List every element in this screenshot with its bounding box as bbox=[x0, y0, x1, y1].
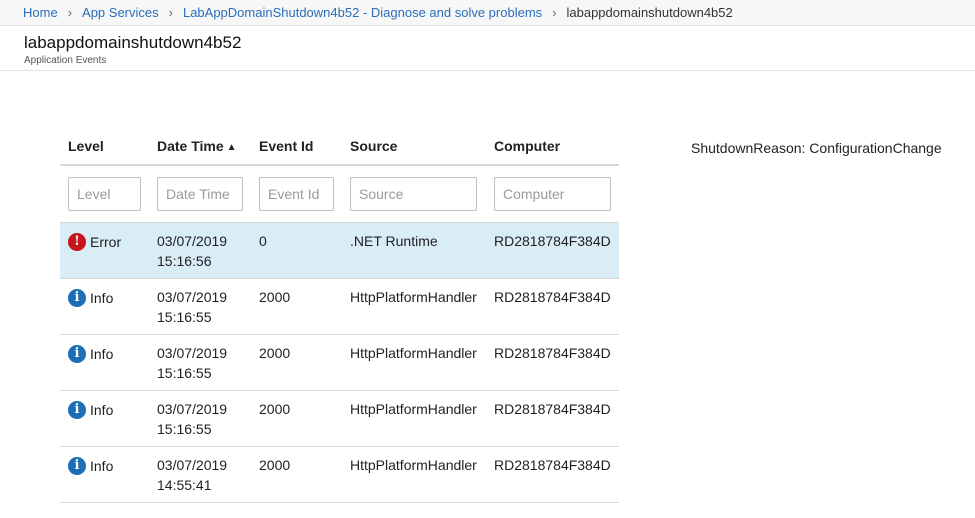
table-row[interactable]: ! Error 03/07/2019 15:16:56 0 .NET Runtime… bbox=[60, 222, 619, 279]
source-cell: .NET Runtime bbox=[342, 222, 486, 279]
computer-cell: RD2818784F384D bbox=[486, 278, 619, 335]
source-cell: HttpPlatformHandler bbox=[342, 278, 486, 335]
filter-row bbox=[60, 165, 619, 223]
info-icon: i bbox=[68, 401, 86, 419]
level-text: Info bbox=[90, 458, 114, 474]
event-id-cell: 2000 bbox=[251, 334, 342, 391]
computer-cell: RD2818784F384D bbox=[486, 222, 619, 279]
page-header: labappdomainshutdown4b52 Application Eve… bbox=[0, 27, 975, 71]
sort-ascending-icon: ▲ bbox=[226, 141, 237, 153]
column-header-source[interactable]: Source bbox=[342, 128, 486, 166]
info-icon: i bbox=[68, 345, 86, 363]
date-text: 03/07/2019 bbox=[157, 345, 228, 361]
chevron-right-icon: › bbox=[552, 5, 557, 20]
column-header-eventid[interactable]: Event Id bbox=[251, 128, 342, 166]
time-text: 14:55:41 bbox=[157, 477, 212, 493]
table-row[interactable]: i Info 03/07/2019 15:16:55 2000 HttpPlatfo… bbox=[60, 390, 619, 447]
column-header-datetime[interactable]: Date Time ▲ bbox=[149, 128, 251, 166]
breadcrumb-diagnose[interactable]: LabAppDomainShutdown4b52 - Diagnose and … bbox=[183, 5, 542, 20]
date-text: 03/07/2019 bbox=[157, 289, 228, 305]
computer-cell: RD2818784F384D bbox=[486, 446, 619, 503]
level-text: Info bbox=[90, 290, 114, 306]
time-text: 15:16:55 bbox=[157, 365, 212, 381]
source-cell: HttpPlatformHandler bbox=[342, 334, 486, 391]
event-id-cell: 0 bbox=[251, 222, 342, 279]
table-row[interactable]: i Info 03/07/2019 15:16:55 2000 HttpPlatfo… bbox=[60, 334, 619, 391]
breadcrumb-home[interactable]: Home bbox=[23, 5, 58, 20]
column-header-computer[interactable]: Computer bbox=[486, 128, 619, 166]
computer-cell: RD2818784F384D bbox=[486, 390, 619, 447]
table-row[interactable]: i Info 03/07/2019 15:16:55 2000 HttpPlatfo… bbox=[60, 278, 619, 335]
source-cell: HttpPlatformHandler bbox=[342, 446, 486, 503]
level-filter-input[interactable] bbox=[68, 177, 141, 211]
time-text: 15:16:56 bbox=[157, 253, 212, 269]
info-icon: i bbox=[68, 289, 86, 307]
computer-cell: RD2818784F384D bbox=[486, 334, 619, 391]
shutdown-reason-text: ShutdownReason: ConfigurationChange bbox=[691, 140, 942, 156]
computer-filter-input[interactable] bbox=[494, 177, 611, 211]
level-text: Info bbox=[90, 402, 114, 418]
level-text: Error bbox=[90, 234, 122, 250]
datetime-filter-input[interactable] bbox=[157, 177, 243, 211]
breadcrumb: Home › App Services › LabAppDomainShutdo… bbox=[0, 0, 975, 26]
date-text: 03/07/2019 bbox=[157, 457, 228, 473]
info-icon: i bbox=[68, 457, 86, 475]
error-icon: ! bbox=[68, 233, 86, 251]
level-text: Info bbox=[90, 346, 114, 362]
eventid-filter-input[interactable] bbox=[259, 177, 334, 211]
chevron-right-icon: › bbox=[168, 5, 173, 20]
date-text: 03/07/2019 bbox=[157, 401, 228, 417]
event-id-cell: 2000 bbox=[251, 390, 342, 447]
breadcrumb-app-services[interactable]: App Services bbox=[82, 5, 159, 20]
column-header-level[interactable]: Level bbox=[60, 128, 149, 166]
time-text: 15:16:55 bbox=[157, 309, 212, 325]
page-title: labappdomainshutdown4b52 bbox=[24, 33, 242, 52]
date-text: 03/07/2019 bbox=[157, 233, 228, 249]
event-id-cell: 2000 bbox=[251, 278, 342, 335]
source-filter-input[interactable] bbox=[350, 177, 477, 211]
table-row[interactable]: i Info 03/07/2019 14:55:41 2000 HttpPlatfo… bbox=[60, 446, 619, 503]
source-cell: HttpPlatformHandler bbox=[342, 390, 486, 447]
time-text: 15:16:55 bbox=[157, 421, 212, 437]
events-table: Level Date Time ▲ Event Id Source Compute… bbox=[60, 128, 619, 503]
page-subtitle: Application Events bbox=[24, 55, 107, 66]
table-header-row: Level Date Time ▲ Event Id Source Compute… bbox=[60, 128, 619, 166]
breadcrumb-current: labappdomainshutdown4b52 bbox=[566, 5, 733, 20]
event-id-cell: 2000 bbox=[251, 446, 342, 503]
chevron-right-icon: › bbox=[67, 5, 73, 20]
